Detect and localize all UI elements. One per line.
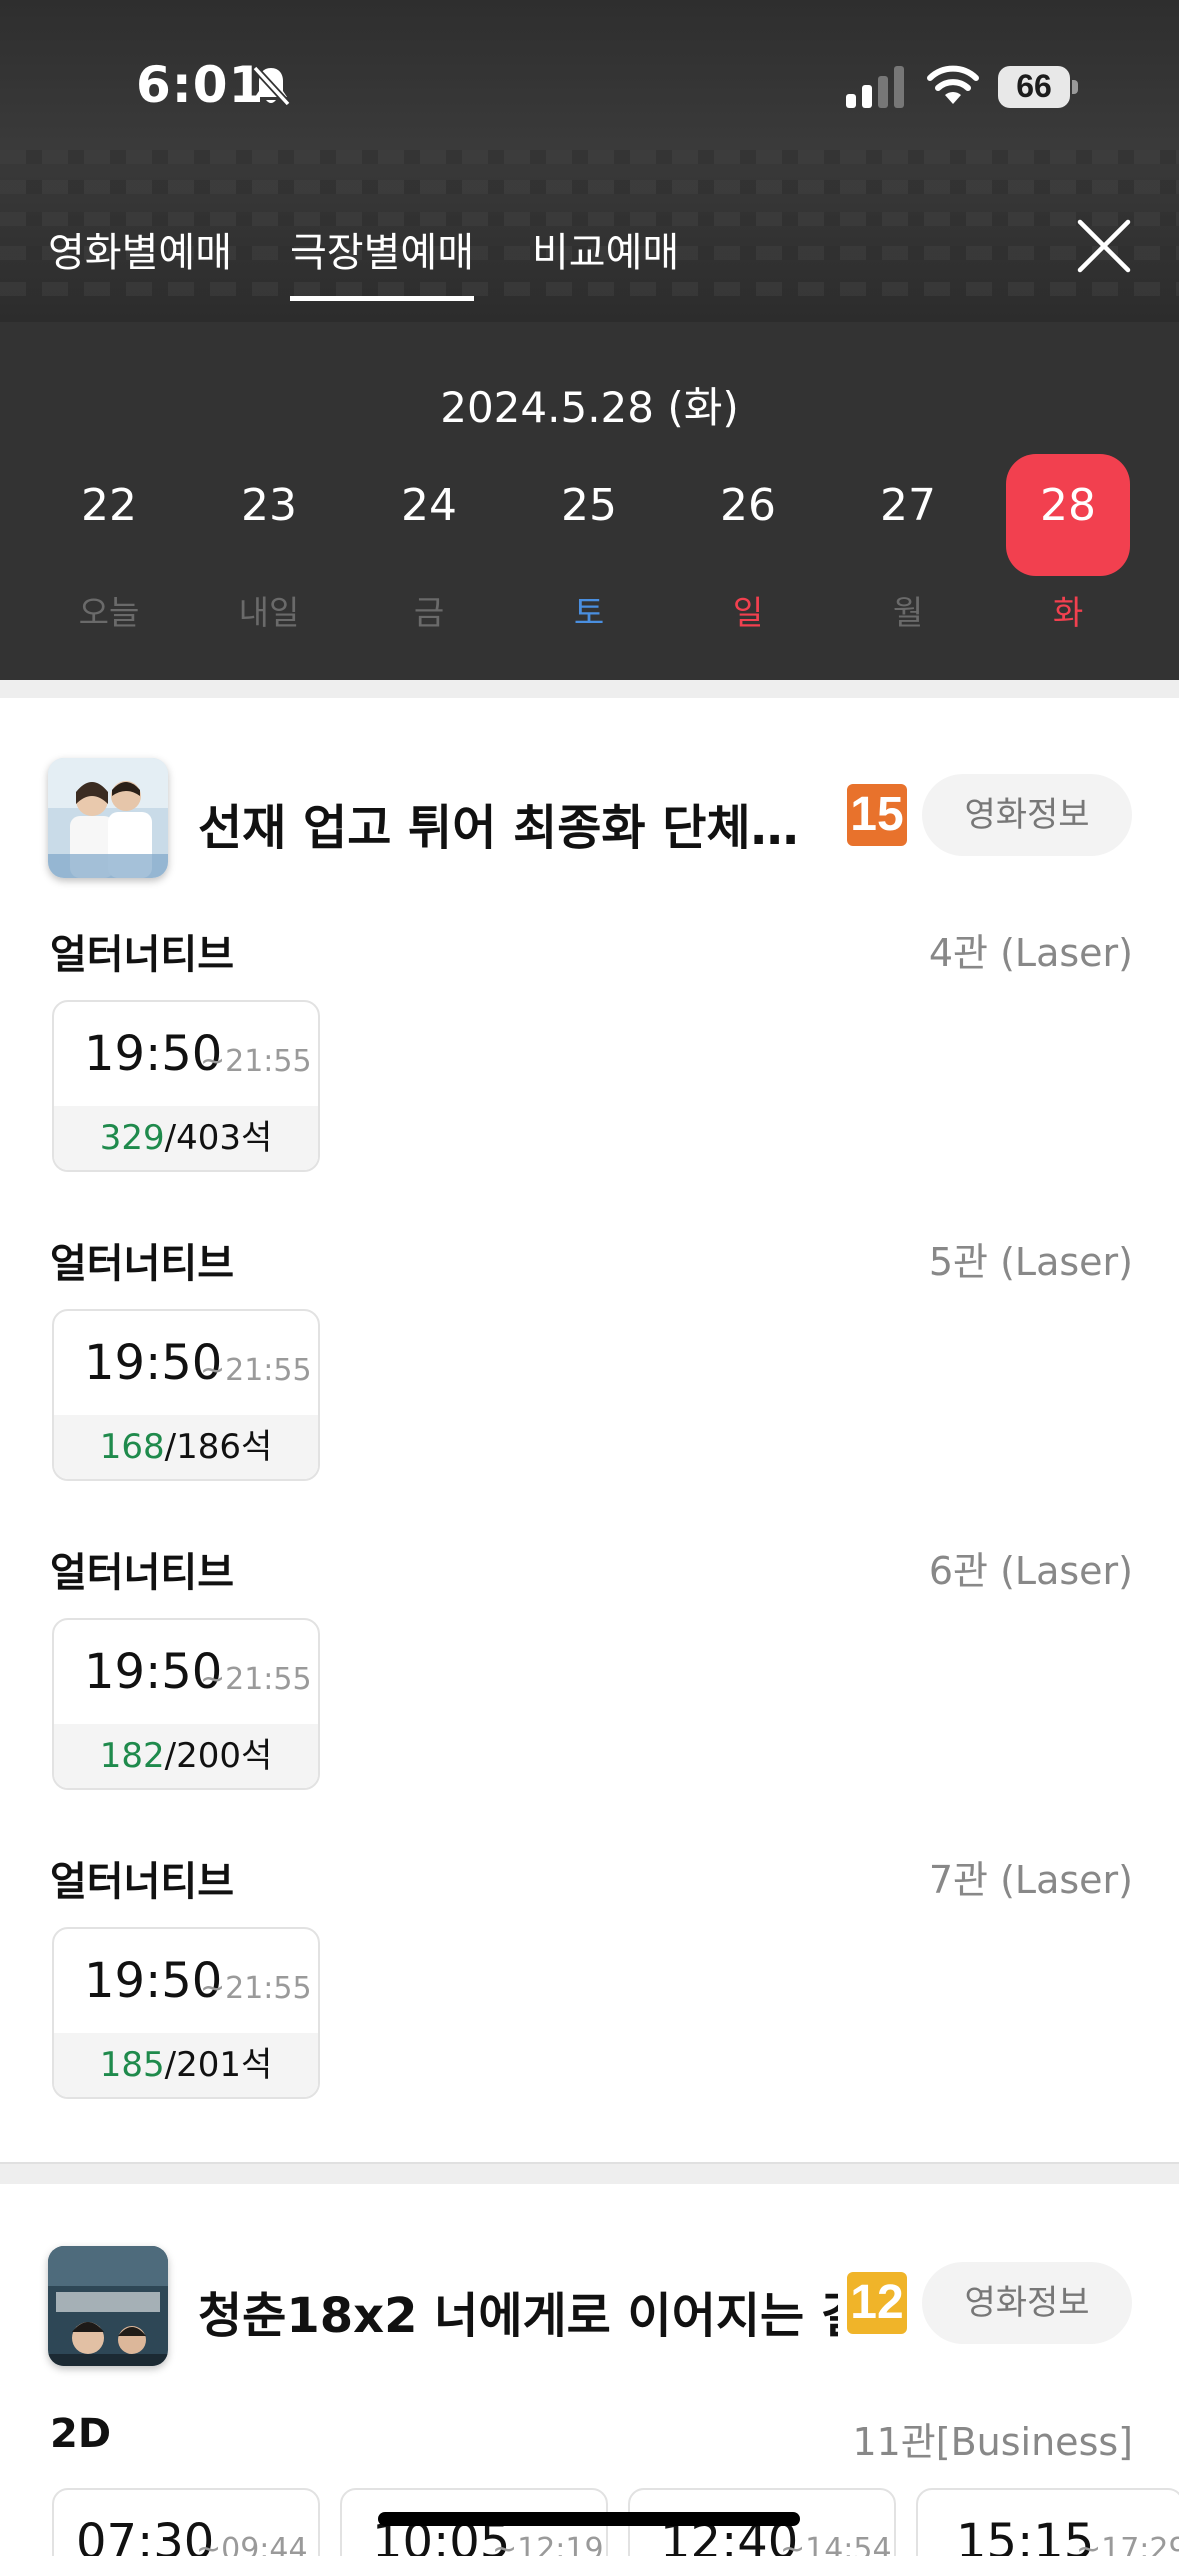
date-weekday: 화 [1052,593,1084,632]
selected-date-title: 2024.5.28 (화) [440,383,739,432]
movie-info-button[interactable]: 영화정보 [922,2262,1132,2344]
battery-indicator: 66 [998,66,1078,108]
header: 6:01 66 영화별예매 극장별예매 비교예매 2024.5.28 (화) 2… [0,0,1179,680]
date-item-27[interactable]: 27 월 [846,454,970,632]
section-divider [0,680,1179,698]
section-divider [0,2162,1179,2184]
app-screen: 6:01 66 영화별예매 극장별예매 비교예매 2024.5.28 (화) 2… [0,0,1179,2556]
screen-row: 얼터너티브 6관 (Laser) [0,1534,1179,1596]
date-weekday: 일 [732,593,764,632]
age-rating-badge: 12 [847,2272,907,2334]
showtime-slot[interactable]: 19:50 ~21:55 329/403석 [52,1000,320,1172]
date-item-25[interactable]: 25 토 [527,454,651,632]
screen-type: 2D [50,2411,112,2457]
date-weekday: 월 [892,593,924,632]
seat-count: 329/403석 [54,1106,318,1170]
date-item-28-selected[interactable]: 28 화 [1006,454,1130,632]
home-indicator[interactable] [378,2512,800,2526]
screen-type: 얼터너티브 [50,1859,234,1905]
date-item-23[interactable]: 23 내일 [207,454,331,632]
screen-hall: 11관[Business] [852,2420,1133,2464]
seats-available: 168 [99,1427,165,1467]
date-number: 26 [720,480,776,531]
showtime-slot[interactable]: 19:50 ~21:55 185/201석 [52,1927,320,2099]
movie-title[interactable]: 청춘18x2 너에게로 이어지는 길 [198,2276,838,2346]
movie-header: 선재 업고 튀어 최종화 단체… 15 영화정보 [0,754,1179,884]
showtime-list: 선재 업고 튀어 최종화 단체… 15 영화정보 얼터너티브 4관 (Laser… [0,680,1179,2556]
screen-hall: 6관 (Laser) [928,1549,1133,1593]
seats-total: /200석 [164,1736,273,1776]
screen-row: 2D 11관[Business] [0,2405,1179,2465]
status-time: 6:01 [136,56,265,114]
date-weekday: 내일 [238,593,300,632]
showtime-end: ~14:54 [780,2532,892,2556]
wifi-icon [927,65,979,104]
date-item-24[interactable]: 24 금 [367,454,491,632]
date-weekday: 오늘 [78,593,140,632]
showtime-start: 07:30 [76,2514,215,2556]
showtime-slot[interactable]: 07:30 ~09:44 [52,2488,320,2556]
tab-compare-booking[interactable]: 비교예매 [532,220,679,296]
poster-image [48,2246,168,2366]
showtime-end: ~12:19 [492,2532,604,2556]
showtime-slot[interactable]: 19:50 ~21:55 168/186석 [52,1309,320,1481]
screen-type: 얼터너티브 [50,932,234,978]
movie-info-button[interactable]: 영화정보 [922,774,1132,856]
showtime-slot[interactable]: 19:50 ~21:55 182/200석 [52,1618,320,1790]
showtime-end: ~21:55 [200,1971,312,2006]
movie-header: 청춘18x2 너에게로 이어지는 길 12 영화정보 [0,2242,1179,2372]
date-number: 24 [401,480,457,531]
showtime-start: 15:15 [956,2514,1095,2556]
date-item-22[interactable]: 22 오늘 [47,454,171,632]
screen-row: 얼터너티브 7관 (Laser) [0,1843,1179,1905]
seats-total: /201석 [164,2045,273,2085]
screen-row: 얼터너티브 4관 (Laser) [0,916,1179,978]
screen-hall: 5관 (Laser) [928,1240,1133,1284]
date-weekday: 금 [413,593,445,632]
date-number: 27 [880,480,936,531]
screen-type: 얼터너티브 [50,1241,234,1287]
date-number: 23 [241,480,297,531]
poster-image [48,758,168,878]
movie-title[interactable]: 선재 업고 튀어 최종화 단체… [198,788,838,858]
seats-total: /403석 [164,1118,273,1158]
movie-poster[interactable] [48,758,168,878]
seat-count: 168/186석 [54,1415,318,1479]
bell-muted-icon [252,65,291,107]
date-number: 28 [1040,480,1096,531]
age-rating-badge: 15 [847,784,907,846]
battery-level: 66 [1016,68,1052,104]
movie-poster[interactable] [48,2246,168,2366]
booking-tabs: 영화별예매 극장별예매 비교예매 [0,190,1179,310]
seats-available: 185 [99,2045,165,2085]
showtime-end: ~17:29 [1076,2532,1179,2556]
close-icon[interactable] [1074,216,1134,276]
seats-available: 182 [99,1736,165,1776]
tab-movie-booking[interactable]: 영화별예매 [48,220,232,296]
seat-count: 185/201석 [54,2033,318,2097]
seats-total: /186석 [164,1427,273,1467]
status-bar: 6:01 66 [0,0,1179,175]
seat-count: 182/200석 [54,1724,318,1788]
screen-hall: 4관 (Laser) [928,931,1133,975]
cellular-signal-icon [846,66,904,108]
date-number: 22 [81,480,137,531]
showtime-end: ~09:44 [196,2532,308,2556]
screen-row: 얼터너티브 5관 (Laser) [0,1225,1179,1287]
screen-type: 얼터너티브 [50,1550,234,1596]
date-item-26[interactable]: 26 일 [686,454,810,632]
showtime-slot[interactable]: 15:15 ~17:29 [916,2488,1179,2556]
battery-cap [1072,80,1078,94]
tab-theater-booking[interactable]: 극장별예매 [290,220,474,301]
seats-available: 329 [99,1118,165,1158]
screen-hall: 7관 (Laser) [928,1858,1133,1902]
showtime-end: ~21:55 [200,1353,312,1388]
showtime-end: ~21:55 [200,1044,312,1079]
date-number: 25 [561,480,617,531]
showtime-end: ~21:55 [200,1662,312,1697]
date-weekday: 토 [573,593,605,632]
